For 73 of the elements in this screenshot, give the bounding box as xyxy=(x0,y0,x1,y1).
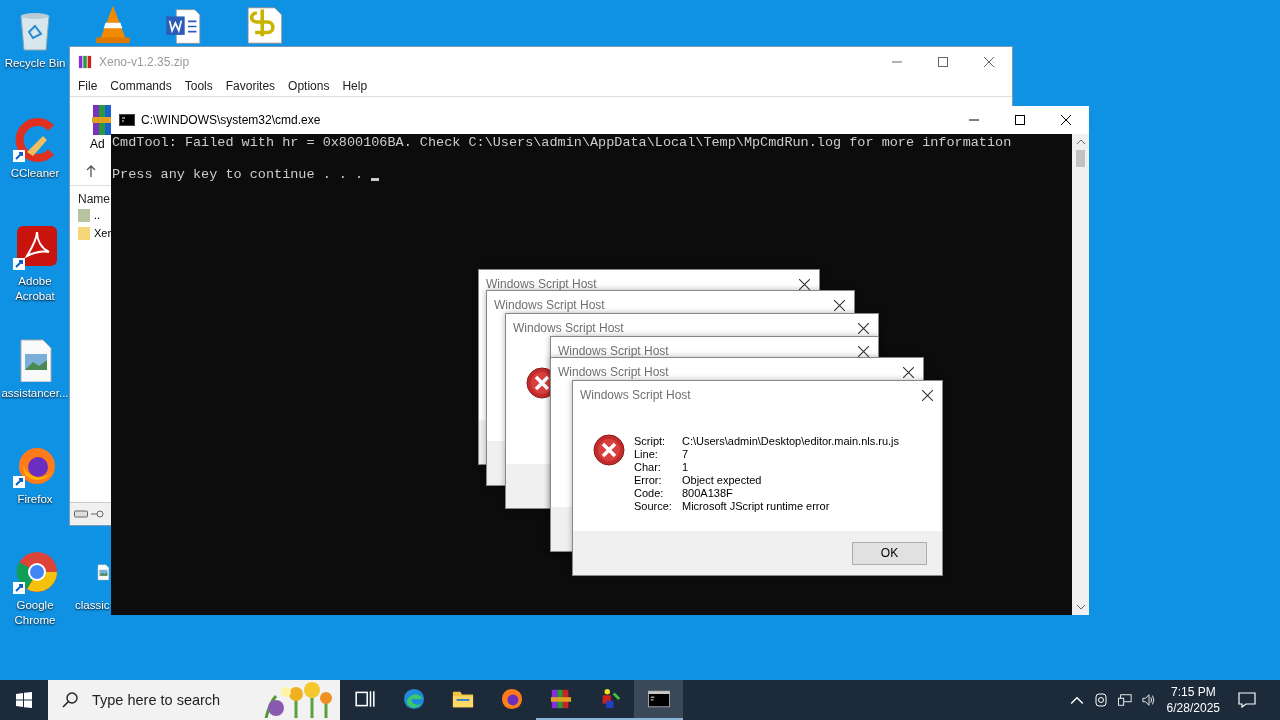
ok-button[interactable]: OK xyxy=(852,541,927,565)
console-icon xyxy=(119,113,135,127)
field-value: 800A138F xyxy=(682,487,734,500)
menu-item[interactable]: Options xyxy=(288,79,330,93)
file-name[interactable]: .. xyxy=(94,209,101,221)
window-title: Xeno-v1.2.35.zip xyxy=(99,54,190,69)
field-value: 7 xyxy=(682,448,690,461)
text-cursor xyxy=(371,178,380,181)
dialog-title: Windows Script Host xyxy=(486,277,598,291)
scroll-thumb[interactable] xyxy=(1076,150,1085,167)
menu-item[interactable]: Favorites xyxy=(225,79,276,93)
field-label: Char: xyxy=(634,461,662,474)
close-icon xyxy=(921,389,933,401)
console-text: Press any key to continue . . . xyxy=(112,167,364,183)
books-icon xyxy=(77,54,93,69)
pdf-icon[interactable] xyxy=(13,226,57,270)
field-label: Line: xyxy=(634,448,659,461)
clock-date[interactable]: 6/28/2025 xyxy=(1166,700,1220,716)
field-label: Code: xyxy=(634,487,665,500)
menu-item[interactable]: Tools xyxy=(184,79,213,93)
parent-folder-icon xyxy=(78,208,90,222)
scroll-down-icon[interactable] xyxy=(1075,604,1086,610)
scroll-up-icon[interactable] xyxy=(1075,139,1086,145)
close-icon xyxy=(857,345,869,357)
browser-icon xyxy=(500,688,523,710)
close-icon xyxy=(1061,115,1071,125)
field-value: 1 xyxy=(682,461,690,474)
folder-icon xyxy=(78,226,90,240)
notification-icon[interactable] xyxy=(1238,692,1256,708)
close-icon xyxy=(902,366,914,378)
dialog-title: Windows Script Host xyxy=(558,365,670,379)
menu-item[interactable]: File xyxy=(78,79,98,93)
dialog-title: Windows Script Host xyxy=(558,344,670,358)
up-arrow-icon[interactable] xyxy=(86,165,96,177)
dialog-title: Windows Script Host xyxy=(580,388,692,402)
key-icon xyxy=(91,510,105,518)
field-label: Source: xyxy=(634,500,673,513)
start-icon xyxy=(16,692,32,708)
window-title: C:\WINDOWS\system32\cmd.exe xyxy=(141,113,321,127)
close-icon xyxy=(833,299,845,311)
maximize-icon xyxy=(1015,115,1025,125)
search-bar[interactable]: Type here to search xyxy=(48,680,340,720)
search-icon xyxy=(62,692,78,708)
console-icon xyxy=(647,688,670,710)
device-icon[interactable] xyxy=(1093,693,1108,707)
search-field[interactable]: Type here to search xyxy=(90,691,256,709)
console-text: CmdTool: Failed with hr = 0x800106BA. Check C:\Users\admin\AppData\Local\Temp\MpCmdRun.log for more information xyxy=(112,135,1012,151)
close-icon xyxy=(857,322,869,334)
browser-icon xyxy=(402,688,425,710)
field-label: Script: xyxy=(634,435,667,448)
menu-item[interactable]: Help xyxy=(342,79,368,93)
broom-icon[interactable] xyxy=(13,118,57,162)
field-value: Object expected xyxy=(682,474,763,487)
console-button[interactable] xyxy=(634,680,683,720)
close-icon xyxy=(984,56,994,67)
drive-icon xyxy=(74,510,88,518)
toolbar-button[interactable]: Ad xyxy=(90,97,112,157)
field-value: Microsoft JScript runtime error xyxy=(682,500,831,513)
field-value: C:\Users\admin\Desktop\editor.main.nls.ru.js xyxy=(682,435,900,448)
dialog-title: Windows Script Host xyxy=(494,298,606,312)
network-icon[interactable] xyxy=(1117,693,1132,707)
browser-icon[interactable] xyxy=(13,550,57,594)
clock-time[interactable]: 7:15 PM xyxy=(1170,684,1216,700)
error-icon xyxy=(593,434,625,466)
speaker-icon[interactable] xyxy=(1141,693,1156,707)
close-icon xyxy=(798,278,810,290)
field-label: Error: xyxy=(634,474,663,487)
books-icon xyxy=(549,688,572,710)
column-header[interactable]: Name xyxy=(78,192,110,206)
dialog-title: Windows Script Host xyxy=(513,321,625,335)
menu-item[interactable]: Commands xyxy=(110,79,172,93)
maximize-icon xyxy=(938,56,948,67)
task-view-icon xyxy=(353,688,376,710)
